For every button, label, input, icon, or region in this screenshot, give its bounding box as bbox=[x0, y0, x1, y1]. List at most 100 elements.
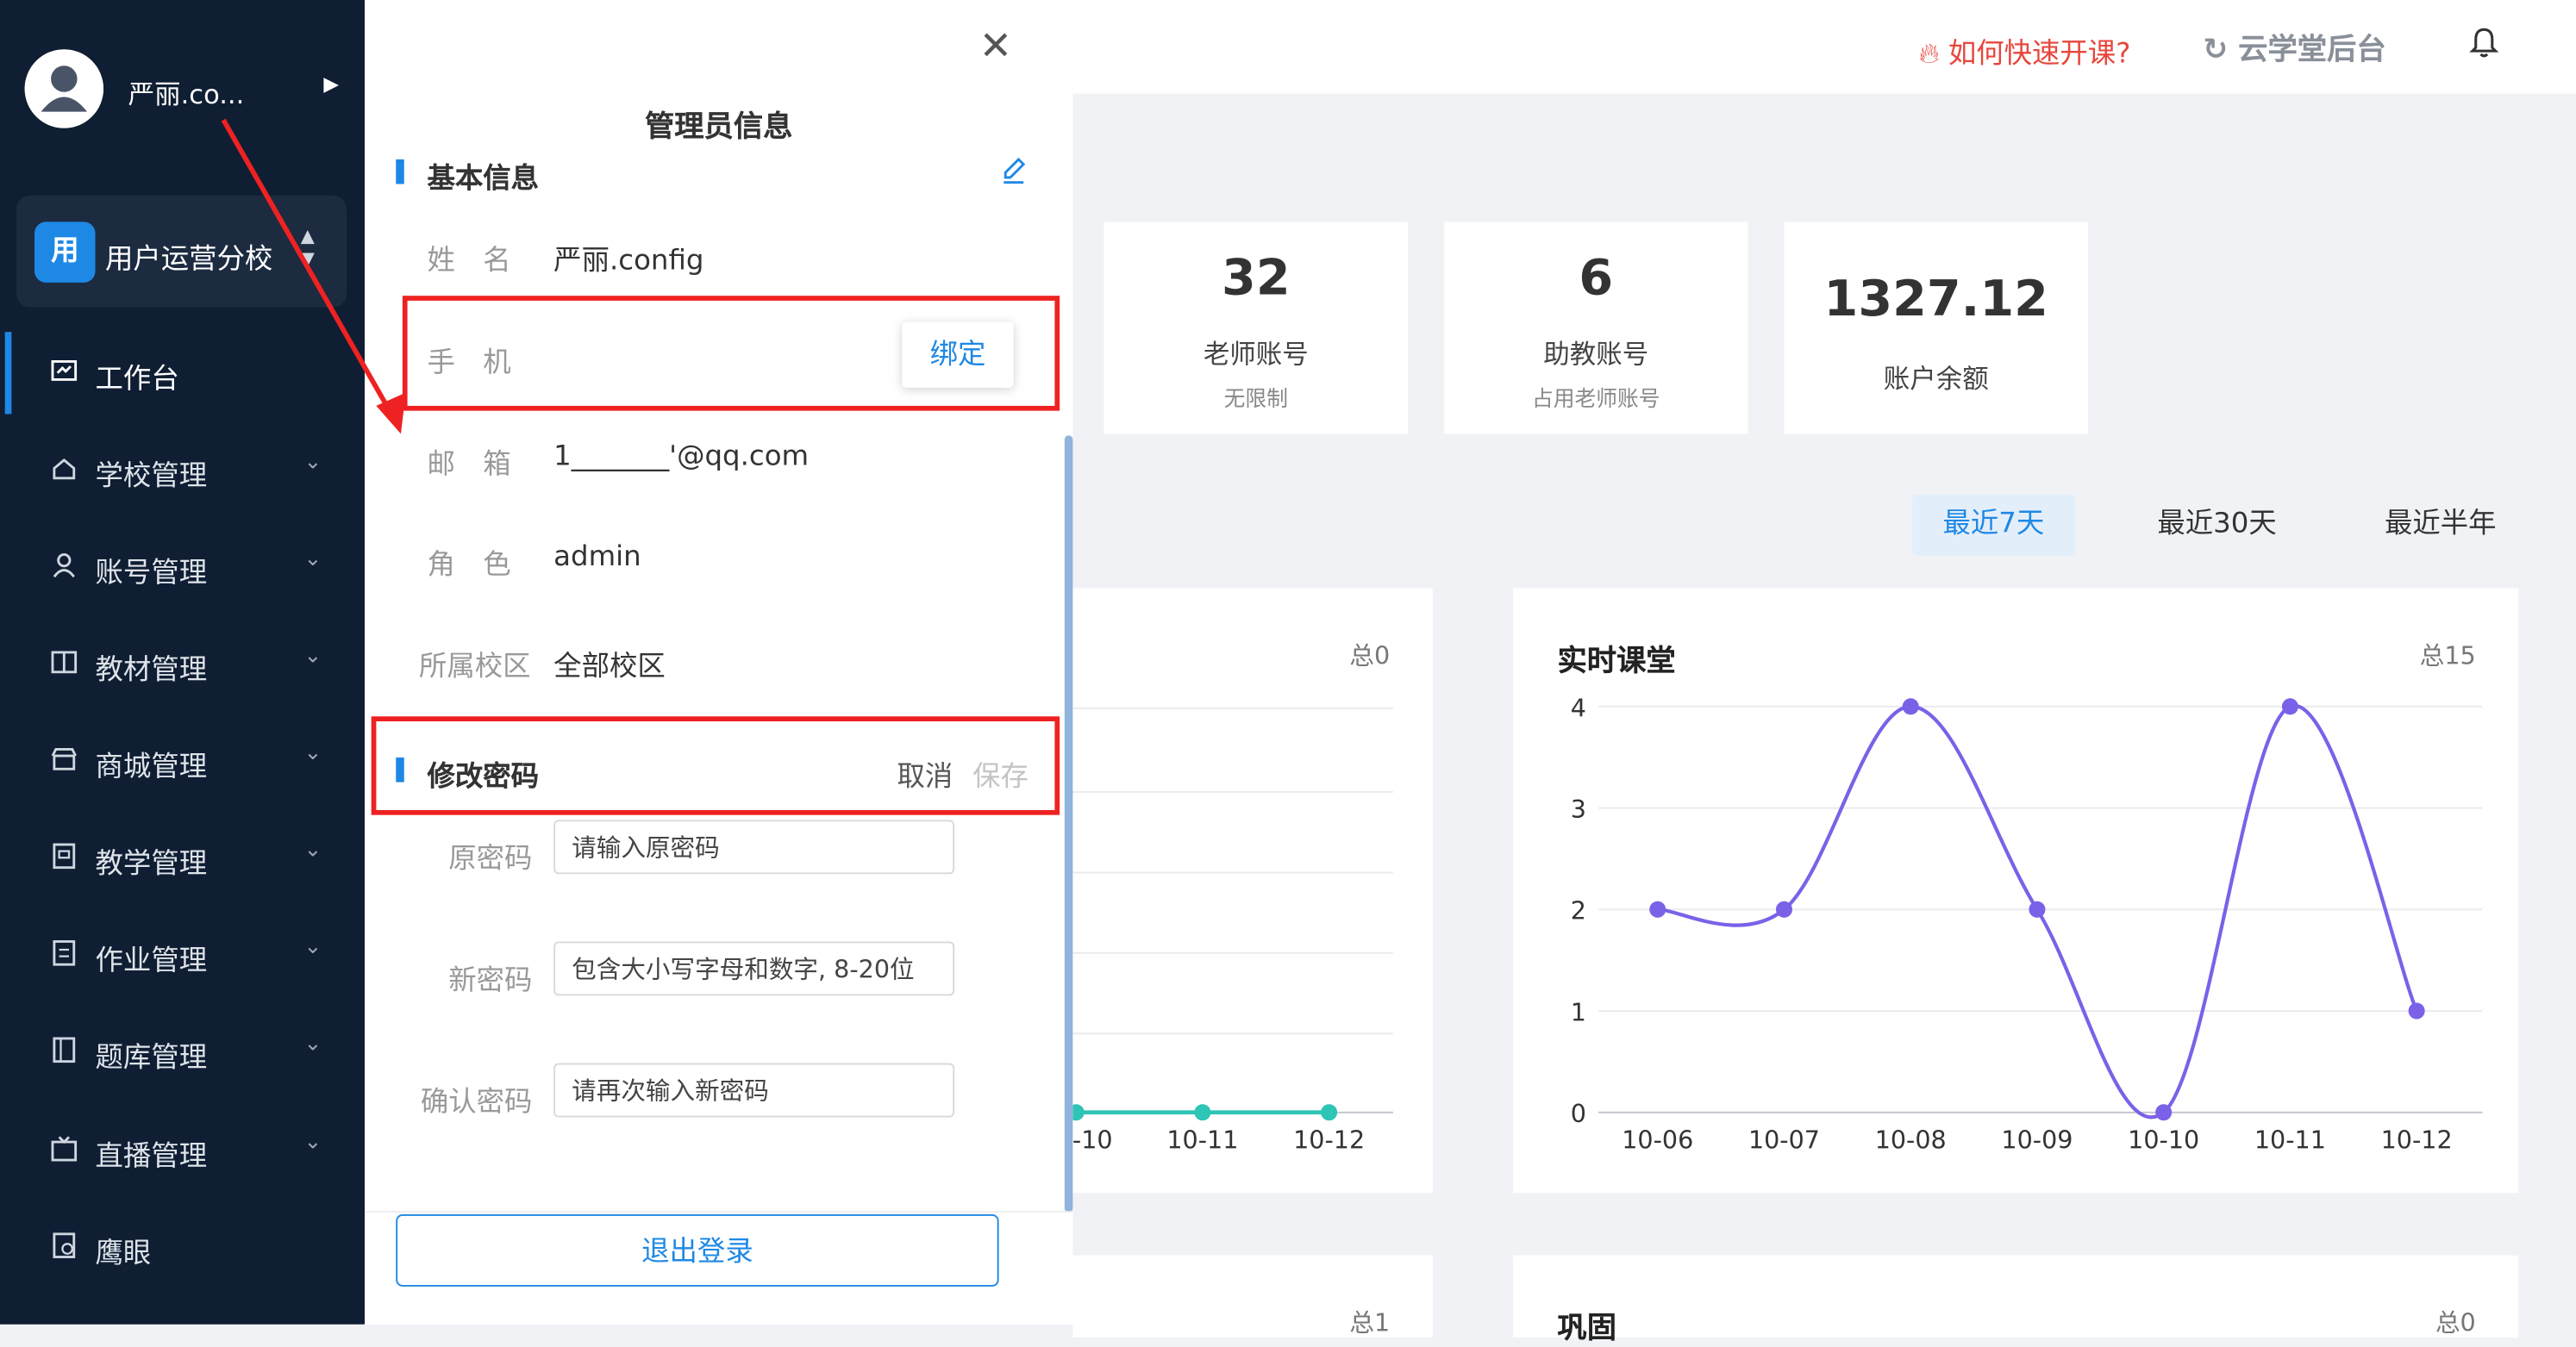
sidebar-item-label: 教材管理 bbox=[95, 653, 208, 687]
x-tick-label: 10-09 bbox=[2001, 1126, 2073, 1155]
role-value: admin bbox=[553, 540, 641, 574]
question-bank-icon bbox=[53, 1037, 76, 1063]
new-password-label: 新密码 bbox=[448, 964, 533, 998]
edit-icon[interactable] bbox=[999, 156, 1029, 185]
school-name: 用户运营分校 bbox=[104, 243, 273, 277]
bell-icon[interactable] bbox=[2469, 27, 2499, 59]
y-tick-label: 4 bbox=[1571, 693, 1586, 722]
data-point bbox=[1321, 1104, 1338, 1121]
old-password-input[interactable] bbox=[553, 820, 955, 875]
divider bbox=[365, 1211, 1073, 1213]
annotation-highlight-phone bbox=[402, 296, 1060, 411]
data-point bbox=[1649, 901, 1666, 918]
email-value: 1_______'@qq.com bbox=[553, 440, 810, 474]
sidebar-item-teaching[interactable]: 教学管理 ⌄ bbox=[0, 825, 365, 890]
realtime-class-line-chart: 0 1 2 3 4 10-06 10-07 10-08 10-09 10-10 10-11 10-12 bbox=[1571, 693, 2483, 1155]
sidebar-item-label: 作业管理 bbox=[95, 945, 208, 978]
old-password-label: 原密码 bbox=[448, 843, 533, 876]
sidebar-item-label: 商城管理 bbox=[95, 751, 208, 784]
admin-info-drawer: ✕ 管理员信息 基本信息 姓 名 严丽.config 手 机 绑定 邮 箱 1_… bbox=[365, 0, 1073, 1325]
chart-title: 巩固 bbox=[1557, 1311, 1617, 1346]
logout-button[interactable]: 退出登录 bbox=[396, 1213, 999, 1287]
sidebar-item-dashboard[interactable]: 工作台 bbox=[0, 340, 365, 406]
sidebar-item-label: 鹰眼 bbox=[95, 1237, 152, 1270]
x-tick-label: 10-10 bbox=[2128, 1126, 2199, 1155]
x-tick-label: 10-11 bbox=[2254, 1126, 2326, 1155]
sidebar-item-shop[interactable]: 商城管理 ⌄ bbox=[0, 728, 365, 794]
flame-icon: 🔥︎ bbox=[1918, 37, 1940, 71]
chevron-down-icon: ⌄ bbox=[303, 1032, 322, 1057]
sidebar-item-textbook[interactable]: 教材管理 ⌄ bbox=[0, 631, 365, 696]
y-tick-label: 2 bbox=[1571, 896, 1586, 926]
sidebar-item-question-bank[interactable]: 题库管理 ⌄ bbox=[0, 1019, 365, 1084]
drawer-title: 管理员信息 bbox=[644, 109, 793, 145]
quick-start-help-link[interactable]: 🔥︎ 如何快速开课? bbox=[1919, 29, 2131, 71]
data-point bbox=[1072, 1104, 1085, 1121]
chart-card-consolidate: 巩固 总0 bbox=[1513, 1255, 2519, 1346]
user-menu[interactable]: 严丽.co... ▶ bbox=[24, 49, 353, 131]
range-half-year-button[interactable]: 最近半年 bbox=[2359, 495, 2522, 556]
chevron-down-icon: ⌄ bbox=[303, 450, 322, 476]
stat-card-balance: 1327.12 账户余额 bbox=[1784, 221, 2089, 434]
range-30-days-button[interactable]: 最近30天 bbox=[2135, 495, 2298, 556]
admin-backend-label: 云学堂后台 bbox=[2238, 33, 2386, 68]
chevron-down-icon: ⌄ bbox=[303, 934, 322, 960]
avatar bbox=[24, 49, 104, 128]
shop-icon bbox=[51, 747, 77, 770]
chart-card-realtime-class: 实时课堂 总15 0 1 2 3 4 10-06 10-07 10-08 10-09 10-10 1… bbox=[1513, 588, 2519, 1194]
data-point bbox=[2029, 901, 2046, 918]
email-label: 邮 箱 bbox=[427, 448, 511, 482]
data-point bbox=[2281, 698, 2298, 715]
y-tick-label: 1 bbox=[1571, 997, 1586, 1026]
user-name: 严丽.co... bbox=[128, 78, 245, 110]
school-switcher[interactable]: 用 用户运营分校 ▲ ▼ bbox=[16, 195, 347, 308]
sidebar-item-label: 学校管理 bbox=[95, 459, 208, 493]
range-7-days-button[interactable]: 最近7天 bbox=[1912, 494, 2075, 556]
sidebar-item-homework[interactable]: 作业管理 ⌄ bbox=[0, 922, 365, 988]
close-icon[interactable]: ✕ bbox=[979, 23, 1012, 69]
scrollbar[interactable] bbox=[1064, 435, 1073, 1213]
data-point bbox=[1194, 1104, 1211, 1121]
annotation-highlight-password bbox=[371, 716, 1060, 815]
stat-value: 32 bbox=[1222, 249, 1291, 308]
sidebar: 严丽.co... ▶ 用 用户运营分校 ▲ ▼ 工作台 学校管理 ⌄ 账号管理 ⌄… bbox=[0, 0, 366, 1325]
chevron-down-icon: ⌄ bbox=[303, 644, 322, 669]
sidebar-item-eagle-eye[interactable]: 鹰眼 bbox=[0, 1214, 365, 1280]
data-point bbox=[2155, 1104, 2173, 1121]
live-icon bbox=[51, 1136, 78, 1162]
school-icon bbox=[53, 458, 76, 480]
x-tick-label: 10-08 bbox=[1875, 1126, 1947, 1155]
sidebar-item-school[interactable]: 学校管理 ⌄ bbox=[0, 437, 365, 502]
chevron-down-icon: ⌄ bbox=[303, 838, 322, 863]
stat-value: 1327.12 bbox=[1823, 271, 2048, 329]
book-icon bbox=[51, 651, 78, 674]
stat-value: 6 bbox=[1579, 249, 1614, 308]
sidebar-item-label: 直播管理 bbox=[95, 1140, 208, 1174]
confirm-password-label: 确认密码 bbox=[420, 1086, 533, 1119]
chart-card-bottom-left: 总1 bbox=[1072, 1255, 1433, 1338]
homework-icon bbox=[53, 940, 76, 966]
sidebar-item-account[interactable]: 账号管理 ⌄ bbox=[0, 534, 365, 600]
chart-total: 总1 bbox=[1349, 1307, 1391, 1338]
new-password-input[interactable] bbox=[553, 941, 955, 996]
x-tick-label: 10-06 bbox=[1622, 1126, 1693, 1155]
stat-label: 老师账号 bbox=[1203, 338, 1309, 370]
chevron-down-icon: ⌄ bbox=[303, 1130, 322, 1156]
eagle-eye-icon bbox=[53, 1232, 76, 1258]
confirm-password-input[interactable] bbox=[553, 1063, 955, 1118]
stat-card-teachers: 32 老师账号 无限制 bbox=[1104, 221, 1409, 434]
admin-backend-link[interactable]: ↻ 云学堂后台 bbox=[2203, 27, 2385, 70]
sort-icon: ▲ ▼ bbox=[300, 225, 315, 270]
stat-label: 账户余额 bbox=[1883, 363, 1989, 395]
chart-total: 总0 bbox=[2435, 1307, 2476, 1338]
top-header: 🔥︎ 如何快速开课? ↻ 云学堂后台 bbox=[1072, 0, 2576, 94]
sidebar-item-label: 题库管理 bbox=[95, 1041, 208, 1075]
quick-start-help-label: 如何快速开课? bbox=[1948, 37, 2131, 71]
stat-sub: 无限制 bbox=[1223, 387, 1288, 413]
dashboard-icon bbox=[51, 360, 78, 381]
name-label: 姓 名 bbox=[427, 245, 511, 278]
basic-info-heading: 基本信息 bbox=[427, 162, 540, 196]
sidebar-item-live[interactable]: 直播管理 ⌄ bbox=[0, 1117, 365, 1182]
sidebar-item-label: 工作台 bbox=[95, 363, 179, 396]
campus-value: 全部校区 bbox=[553, 651, 666, 684]
